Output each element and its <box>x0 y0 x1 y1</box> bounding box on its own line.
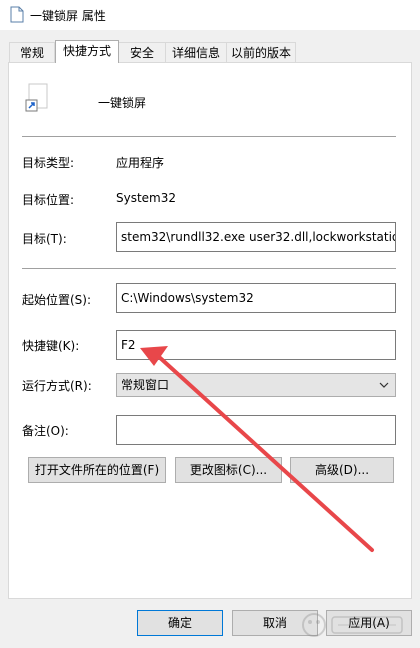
chevron-down-icon <box>379 382 389 388</box>
target-type-label: 目标类型: <box>22 156 75 170</box>
change-icon-button[interactable]: 更改图标(C)... <box>175 457 282 483</box>
separator <box>22 268 396 269</box>
hotkey-input[interactable]: F2 <box>116 330 396 360</box>
target-input[interactable]: stem32\rundll32.exe user32.dll,lockworks… <box>116 222 396 252</box>
watermark-logo <box>302 613 403 637</box>
ok-button[interactable]: 确定 <box>137 610 223 636</box>
tab-security[interactable]: 安全 <box>118 42 166 62</box>
target-location-label: 目标位置: <box>22 193 75 207</box>
target-label: 目标(T): <box>22 232 67 246</box>
comment-label: 备注(O): <box>22 424 69 438</box>
comment-input[interactable] <box>116 415 396 445</box>
target-location-value: System32 <box>116 191 177 205</box>
separator <box>22 136 396 137</box>
tab-shortcut[interactable]: 快捷方式 <box>55 40 119 63</box>
open-file-location-button[interactable]: 打开文件所在的位置(F) <box>28 457 166 483</box>
advanced-button[interactable]: 高级(D)... <box>290 457 394 483</box>
shortcut-name: 一键锁屏 <box>98 96 147 110</box>
tab-details[interactable]: 详细信息 <box>165 42 227 62</box>
run-select-value: 常规窗口 <box>121 378 170 392</box>
hotkey-label: 快捷键(K): <box>22 339 80 353</box>
target-type-value: 应用程序 <box>116 156 165 170</box>
run-select[interactable]: 常规窗口 <box>116 373 396 397</box>
shortcut-file-icon <box>25 83 48 112</box>
document-icon <box>10 6 24 23</box>
window-title: 一键锁屏 属性 <box>30 9 106 23</box>
start-in-input[interactable]: C:\Windows\system32 <box>116 283 396 313</box>
tab-general[interactable]: 常规 <box>9 42 55 62</box>
run-label: 运行方式(R): <box>22 379 92 393</box>
start-in-label: 起始位置(S): <box>22 293 92 307</box>
tab-previous-versions[interactable]: 以前的版本 <box>226 42 296 62</box>
